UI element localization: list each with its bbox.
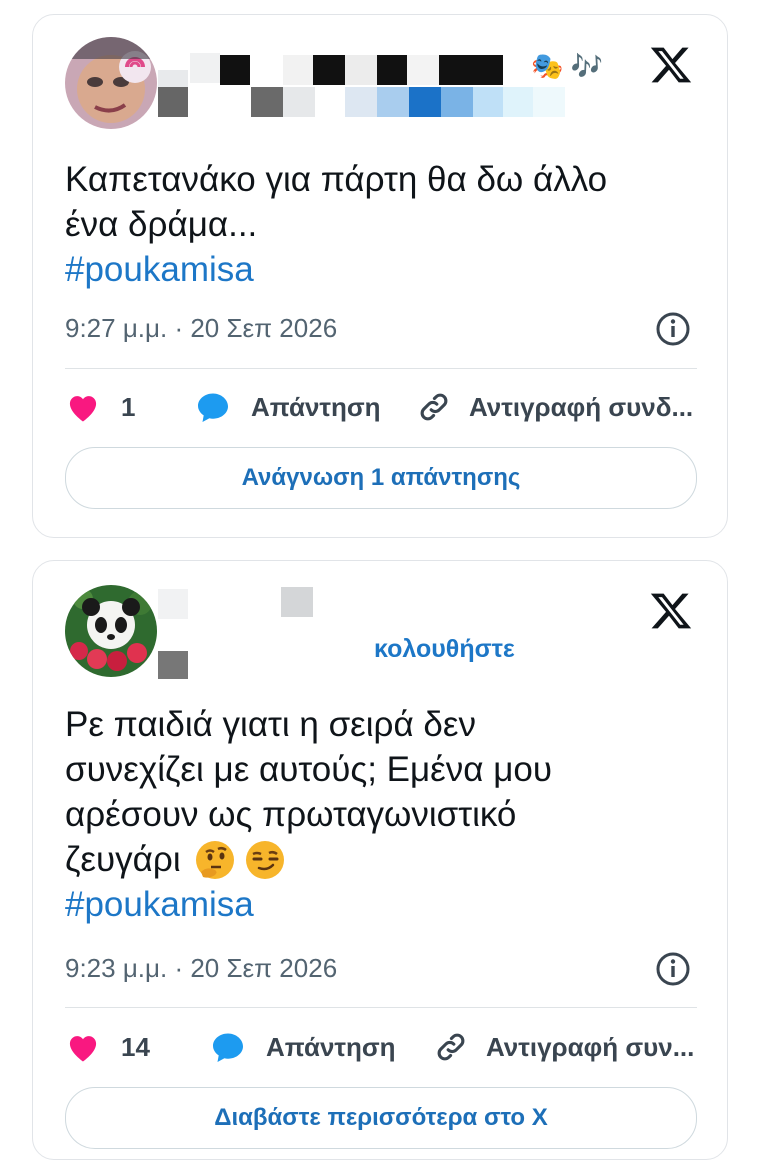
tweet-text: Καπετανάκο για πάρτη θα δω άλλο ένα δράμ… (65, 157, 697, 292)
tweet-card[interactable]: 🎭 🎶 Καπετανάκο για πάρτη θα δω άλλο ένα … (32, 14, 728, 538)
divider (65, 1007, 697, 1008)
info-icon[interactable] (655, 951, 691, 987)
tweet-text-line: ζευγάρι (65, 840, 181, 879)
read-more-on-x-button[interactable]: Διαβάστε περισσότερα στο X (65, 1087, 697, 1149)
read-replies-button[interactable]: Ανάγνωση 1 απάντησης (65, 447, 697, 509)
like-count: 1 (121, 391, 136, 422)
avatar[interactable] (65, 585, 157, 677)
like-count: 14 (121, 1031, 150, 1062)
tweet-text-line: ένα δράμα... (65, 205, 258, 244)
like-button[interactable]: 1 (65, 391, 195, 423)
smirking-face-emoji (245, 840, 284, 879)
comment-bubble-icon (198, 393, 228, 422)
name-emoji: 🎭 🎶 (531, 51, 603, 81)
hashtag-link[interactable]: #poukamisa (65, 247, 697, 292)
tweet-text-line: συνεχίζει με αυτούς; Εμένα μου (65, 750, 552, 789)
copy-link-button[interactable]: Αντιγραφή συν... (434, 1030, 694, 1064)
info-icon[interactable] (655, 311, 691, 347)
tweet-text-line: Καπετανάκο για πάρτη θα δω άλλο (65, 160, 608, 199)
copy-link-label: Αντιγραφή συνδ... (469, 391, 694, 422)
tweet-text-line: Ρε παιδιά γιατι η σειρά δεν (65, 705, 477, 744)
timestamp[interactable]: 9:27 μ.μ. · 20 Σεπ 2026 (65, 313, 337, 344)
tweet-text-line: αρέσουν ως πρωταγωνιστικό (65, 795, 517, 834)
reply-button[interactable]: Απάντηση (210, 1030, 434, 1064)
reply-label: Απάντηση (266, 1031, 396, 1062)
tweet-card[interactable]: κολουθήστε Ρε παιδιά γιατι η σειρά δεν σ… (32, 560, 728, 1160)
reply-label: Απάντηση (251, 391, 381, 422)
copy-link-label: Αντιγραφή συν... (486, 1031, 695, 1062)
x-logo-icon[interactable] (649, 43, 693, 87)
link-chain-icon (420, 393, 448, 421)
x-logo-icon[interactable] (649, 589, 693, 633)
like-button[interactable]: 14 (65, 1031, 210, 1063)
tweet-text: Ρε παιδιά γιατι η σειρά δεν συνεχίζει με… (65, 702, 697, 927)
tweet-text-line-with-emoji: ζευγάρι (65, 837, 697, 882)
hashtag-link[interactable]: #poukamisa (65, 882, 697, 927)
thinking-face-emoji (195, 840, 234, 879)
divider (65, 368, 697, 369)
action-bar: 1 Απάντηση Αντιγραφή συνδ... (65, 387, 697, 427)
heart-icon (69, 1036, 97, 1062)
timestamp[interactable]: 9:23 μ.μ. · 20 Σεπ 2026 (65, 953, 337, 984)
follow-link[interactable]: κολουθήστε (374, 635, 515, 664)
heart-icon (69, 396, 97, 422)
reply-button[interactable]: Απάντηση (195, 390, 417, 424)
link-chain-icon (437, 1033, 465, 1061)
copy-link-button[interactable]: Αντιγραφή συνδ... (417, 390, 693, 424)
comment-bubble-icon (213, 1033, 243, 1062)
action-bar: 14 Απάντηση Αντιγραφή συν... (65, 1027, 697, 1067)
avatar[interactable] (65, 37, 157, 129)
